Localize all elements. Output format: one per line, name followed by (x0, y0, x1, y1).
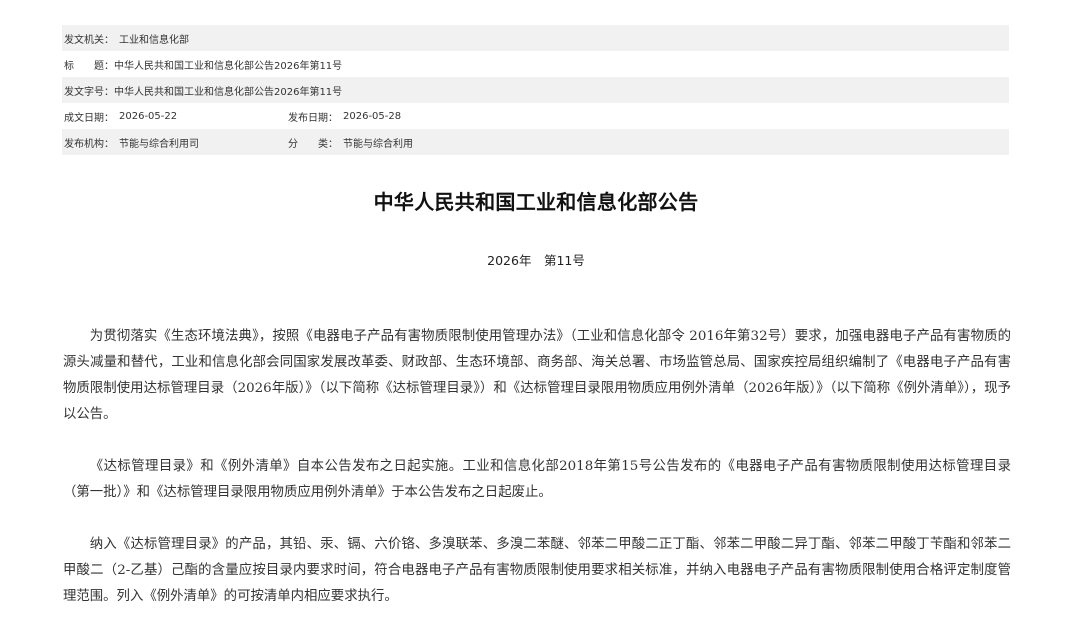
meta-cell-doc-number: 发文字号： 中华人民共和国工业和信息化部公告2026年第11号 (62, 83, 342, 98)
meta-label-category: 分 类： (288, 138, 338, 150)
meta-label-created-date: 成文日期： (64, 112, 114, 124)
meta-value-published-date: 2026-05-28 (343, 110, 402, 122)
meta-cell-created-date: 成文日期： 2026-05-22 (62, 109, 288, 124)
body-paragraph-3: 纳入《达标管理目录》的产品，其铅、汞、镉、六价铬、多溴联苯、多溴二苯醚、邻苯二甲… (63, 537, 1011, 604)
body-paragraph-1: 为贯彻落实《生态环境法典》，按照《电器电子产品有害物质限制使用管理办法》（工业和… (63, 329, 1011, 422)
meta-cell-category: 分 类： 节能与综合利用 (288, 135, 413, 150)
document-heading: 中华人民共和国工业和信息化部公告 (373, 190, 699, 214)
meta-value-publisher: 节能与综合利用司 (119, 138, 199, 150)
meta-value-issuer: 工业和信息化部 (119, 34, 189, 46)
meta-value-title: 中华人民共和国工业和信息化部公告2026年第11号 (114, 60, 343, 72)
body-paragraph-2: 《达标管理目录》和《例外清单》自本公告发布之日起实施。工业和信息化部2018年第… (63, 459, 1011, 500)
meta-value-doc-number: 中华人民共和国工业和信息化部公告2026年第11号 (114, 86, 343, 98)
meta-cell-publisher: 发布机构： 节能与综合利用司 (62, 135, 288, 150)
meta-value-category: 节能与综合利用 (343, 138, 413, 150)
meta-value-created-date: 2026-05-22 (119, 110, 178, 122)
meta-label-doc-number: 发文字号： (64, 86, 114, 98)
meta-row-issuer: 发文机关： 工业和信息化部 (62, 25, 1009, 51)
document-metadata-table: 发文机关： 工业和信息化部 标 题： 中华人民共和国工业和信息化部公告2026年… (62, 25, 1009, 155)
meta-row-publisher: 发布机构： 节能与综合利用司 分 类： 节能与综合利用 (62, 129, 1009, 155)
meta-row-doc-number: 发文字号： 中华人民共和国工业和信息化部公告2026年第11号 (62, 77, 1009, 103)
meta-label-publisher: 发布机构： (64, 138, 114, 150)
meta-label-title: 标 题： (64, 60, 114, 72)
meta-row-dates: 成文日期： 2026-05-22 发布日期： 2026-05-28 (62, 103, 1009, 129)
meta-label-issuer: 发文机关： (64, 34, 114, 46)
meta-cell-published-date: 发布日期： 2026-05-28 (288, 109, 401, 124)
meta-cell-issuer: 发文机关： 工业和信息化部 (62, 31, 288, 46)
meta-row-title: 标 题： 中华人民共和国工业和信息化部公告2026年第11号 (62, 51, 1009, 77)
meta-label-published-date: 发布日期： (288, 112, 338, 124)
meta-cell-title: 标 题： 中华人民共和国工业和信息化部公告2026年第11号 (62, 57, 342, 72)
document-number: 2026年 第11号 (487, 253, 585, 268)
document-body: 为贯彻落实《生态环境法典》，按照《电器电子产品有害物质限制使用管理办法》（工业和… (63, 324, 1011, 636)
